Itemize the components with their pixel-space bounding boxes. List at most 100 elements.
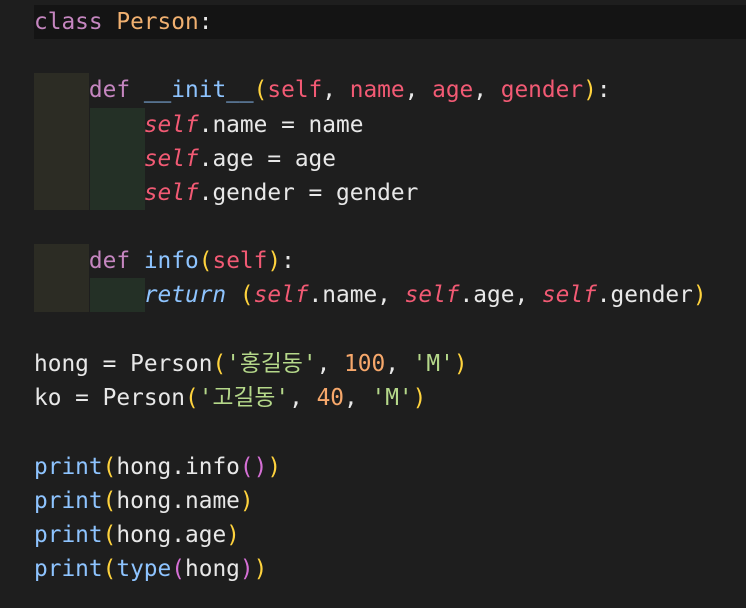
operator: = (294, 180, 336, 206)
self-keyword: self (143, 112, 199, 138)
paren: ) (692, 282, 707, 308)
attribute: .gender (198, 180, 295, 206)
function-name: print (34, 488, 103, 514)
paren: ) (583, 77, 597, 103)
attribute: .name (198, 112, 268, 138)
operator: = (267, 112, 309, 138)
comma: , (514, 282, 542, 308)
paren: ) (412, 385, 427, 411)
code-line-14[interactable]: print(hong.info()) (34, 450, 281, 484)
code-line-5[interactable]: self.age = age (34, 142, 336, 176)
param: gender (500, 77, 584, 103)
comma: , (385, 351, 413, 377)
value: name (308, 112, 364, 138)
paren: ) (267, 248, 282, 274)
attribute: .age (171, 522, 227, 548)
code-line-6[interactable]: self.gender = gender (34, 176, 419, 210)
comma: , (377, 282, 405, 308)
code-line-1[interactable]: class Person: (34, 5, 212, 39)
code-line-4[interactable]: self.name = name (34, 108, 364, 142)
self-keyword: self (404, 282, 460, 308)
string: '고길동' (198, 385, 290, 411)
number: 100 (344, 351, 386, 377)
comma: , (473, 77, 501, 103)
code-line-12[interactable]: ko = Person('고길동', 40, 'M') (34, 381, 426, 415)
paren: ) (453, 351, 468, 377)
paren: ( (171, 556, 185, 582)
value: age (294, 146, 336, 172)
string: '홍길동' (226, 351, 317, 377)
paren: ( (185, 385, 199, 411)
code-editor[interactable]: class Person: def __init__(self, name, a… (0, 0, 746, 608)
attribute: .age (459, 282, 515, 308)
self-keyword: self (143, 146, 199, 172)
comma: , (289, 385, 317, 411)
attribute: .info (171, 454, 240, 480)
paren: ( (102, 556, 117, 582)
code-line-9[interactable]: return (self.name, self.age, self.gender… (34, 278, 707, 312)
param: self (212, 248, 268, 274)
function-name: info (143, 248, 199, 274)
keyword: def (88, 77, 131, 103)
variable: hong (34, 351, 89, 377)
operator: = (88, 351, 131, 377)
string: 'M' (371, 385, 413, 411)
code-line-11[interactable]: hong = Person('홍길동', 100, 'M') (34, 347, 468, 381)
paren: () (239, 454, 268, 480)
code-line-16[interactable]: print(hong.age) (34, 518, 240, 552)
colon: : (198, 9, 213, 35)
paren: ) (267, 454, 282, 480)
class-name: Person (116, 9, 199, 35)
paren: ) (239, 556, 254, 582)
self-keyword: self (253, 282, 309, 308)
paren: ( (198, 248, 213, 274)
function-name: print (34, 454, 103, 480)
value: gender (335, 180, 419, 206)
function-name: __init__ (143, 77, 254, 103)
number: 40 (316, 385, 345, 411)
comma: , (344, 385, 372, 411)
colon: : (596, 77, 611, 103)
function-name: print (34, 556, 103, 582)
paren: ( (253, 77, 268, 103)
paren: ( (102, 454, 117, 480)
attribute: .name (171, 488, 240, 514)
attribute: .gender (596, 282, 693, 308)
return-keyword: return (143, 282, 227, 308)
param: name (349, 77, 405, 103)
paren: ) (226, 522, 240, 548)
variable: hong (116, 522, 172, 548)
code-line-17[interactable]: print(type(hong)) (34, 552, 267, 586)
comma: , (404, 77, 433, 103)
comma: , (316, 351, 345, 377)
variable: ko (34, 385, 62, 411)
code-line-8[interactable]: def info(self): (34, 244, 295, 278)
class-name: Person (102, 385, 185, 411)
paren: ) (239, 488, 254, 514)
variable: hong (116, 488, 172, 514)
function-name: print (34, 522, 103, 548)
string: 'M' (412, 351, 454, 377)
operator: = (253, 146, 295, 172)
paren: ( (102, 488, 117, 514)
variable: hong (116, 454, 172, 480)
code-line-15[interactable]: print(hong.name) (34, 484, 254, 518)
attribute: .age (198, 146, 254, 172)
self-keyword: self (541, 282, 597, 308)
keyword: class (34, 9, 103, 35)
paren: ( (102, 522, 117, 548)
comma: , (322, 77, 350, 103)
keyword: def (88, 248, 131, 274)
param: age (432, 77, 474, 103)
class-name: Person (130, 351, 213, 377)
param: self (267, 77, 323, 103)
paren: ( (212, 351, 227, 377)
function-name: type (116, 556, 172, 582)
attribute: .name (308, 282, 378, 308)
paren: ( (239, 282, 254, 308)
code-line-3[interactable]: def __init__(self, name, age, gender): (34, 73, 611, 107)
operator: = (61, 385, 103, 411)
self-keyword: self (143, 180, 199, 206)
colon: : (281, 248, 295, 274)
variable: hong (185, 556, 240, 582)
